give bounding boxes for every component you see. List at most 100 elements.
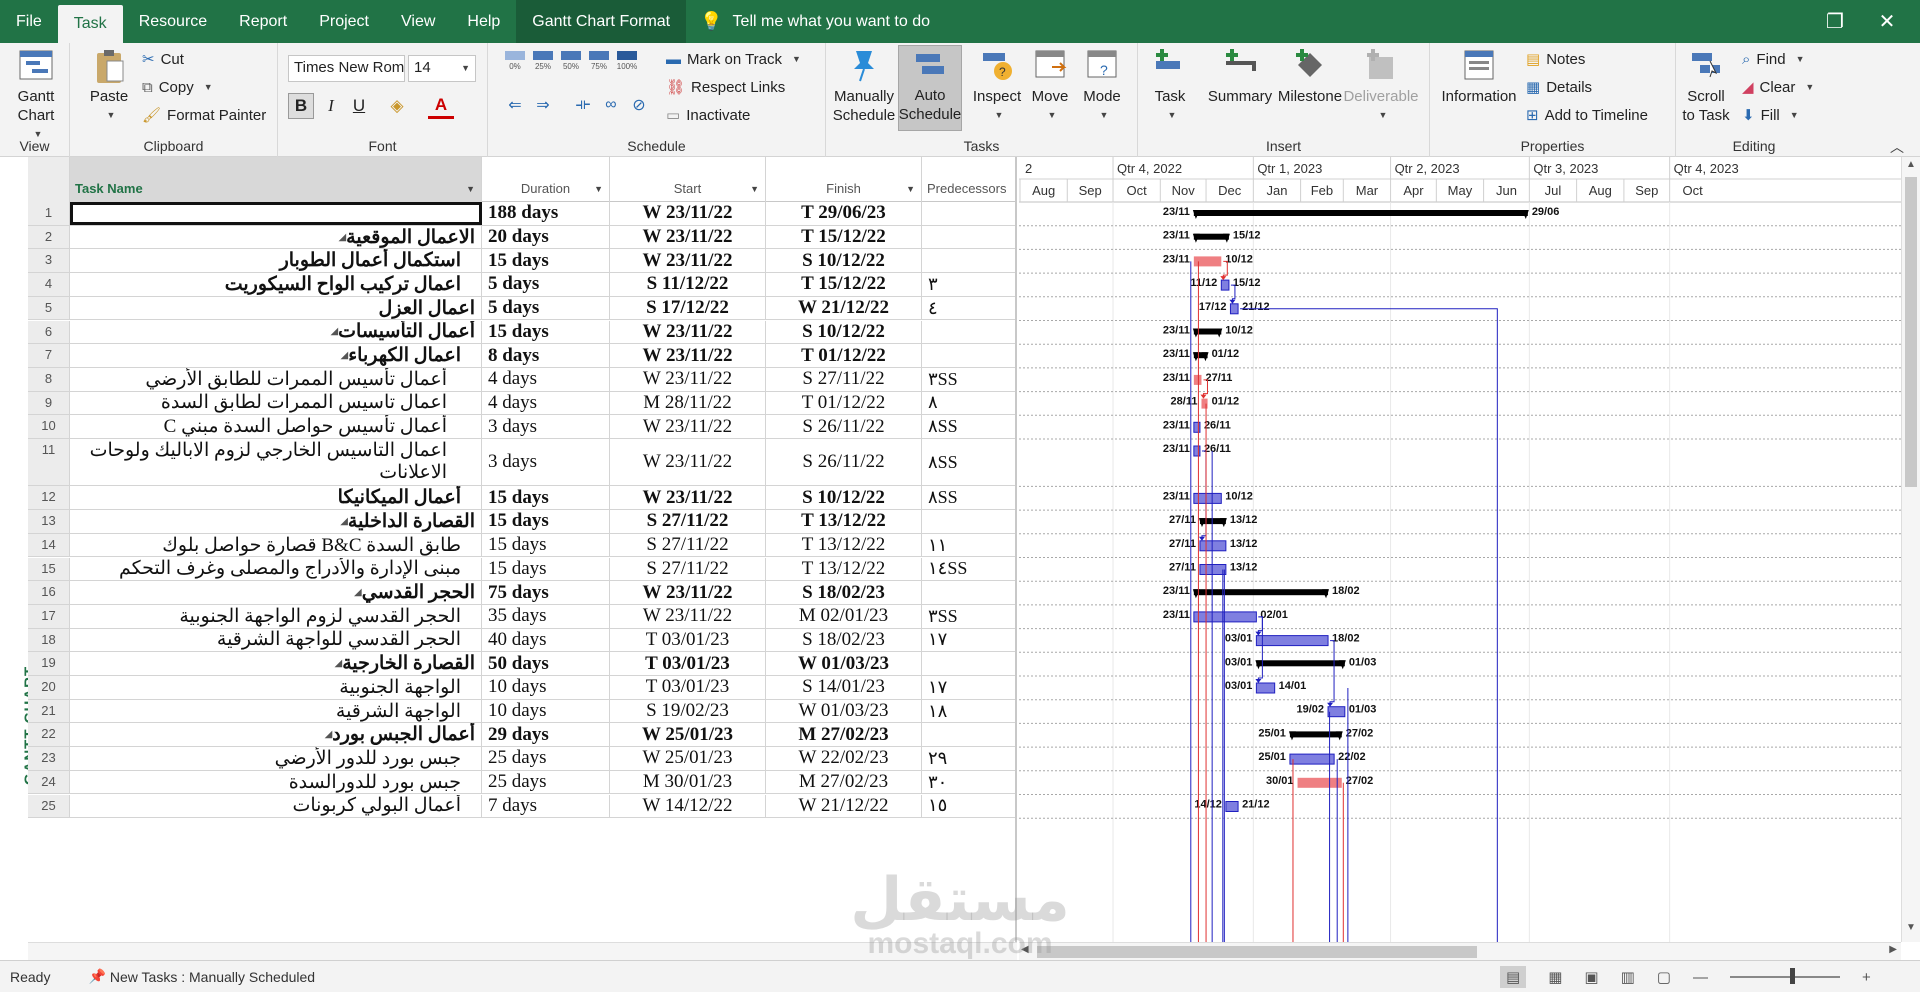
cell-dur[interactable]: 50 days <box>482 652 610 675</box>
cell-name[interactable]: اعمال العزل <box>70 296 482 320</box>
gantt-chart-button[interactable]: Gantt Chart ▼ <box>8 47 64 144</box>
tab-project[interactable]: Project <box>303 0 385 43</box>
table-row[interactable]: 21 الواجهة الشرقية 10 days S 19/02/23 W 01/0… <box>28 699 1015 724</box>
cell-dur[interactable]: 15 days <box>482 320 610 344</box>
cell-name[interactable]: الحجر القدسي للواجهة الشرقية <box>70 628 482 652</box>
cell-start[interactable]: S 17/12/22 <box>610 296 766 320</box>
cell-fin[interactable]: W 01/03/23 <box>766 652 922 675</box>
cell-start[interactable]: W 23/11/22 <box>610 367 766 391</box>
table-row[interactable]: 25 أعمال البولي كربونات 7 days W 14/12/22 W … <box>28 794 1015 819</box>
cell-name[interactable]: اعمال الكهرباء ◢ <box>70 344 482 367</box>
cell-start[interactable]: W 23/11/22 <box>610 415 766 438</box>
outdent-icon[interactable]: ⇐ <box>502 93 528 117</box>
cell-id[interactable]: 8 <box>28 367 70 391</box>
cell-fin[interactable]: S 26/11/22 <box>766 415 922 438</box>
cell-start[interactable]: W 23/11/22 <box>610 320 766 344</box>
cell-dur[interactable]: 10 days <box>482 699 610 723</box>
cell-fin[interactable]: T 15/12/22 <box>766 273 922 296</box>
cell-dur[interactable]: 15 days <box>482 557 610 581</box>
pct-0-button[interactable]: 0% <box>502 51 528 79</box>
collapse-triangle-icon[interactable]: ◢ <box>338 232 346 243</box>
cell-pred[interactable]: ١١ <box>922 534 1015 557</box>
clear-button[interactable]: ◢ Clear ▼ <box>1742 75 1814 99</box>
cell-id[interactable]: 7 <box>28 344 70 367</box>
cell-name[interactable]: أعمال التأسيسات ◢ <box>70 320 482 344</box>
scroll-up-icon[interactable]: ▲ <box>1904 159 1918 173</box>
cell-id[interactable]: 10 <box>28 415 70 438</box>
table-row[interactable]: 4 اعمال تركيب الواح السيكوريت 5 days S 11/1… <box>28 273 1015 297</box>
cell-start[interactable]: T 03/01/23 <box>610 652 766 675</box>
cell-pred[interactable]: ٣SS <box>922 605 1015 628</box>
cell-pred[interactable]: ٣SS <box>922 368 1015 391</box>
table-row[interactable]: 12 أعمال الميكانيكا 15 days W 23/11/22 S 10/… <box>28 486 1015 511</box>
cell-fin[interactable]: M 02/01/23 <box>766 604 922 628</box>
pct-25-button[interactable]: 25% <box>530 51 556 79</box>
cell-id[interactable]: 2 <box>28 225 70 249</box>
cell-name[interactable]: طابق السدة B&C قصارة حواصل بلوك <box>70 533 482 557</box>
cell-id[interactable]: 12 <box>28 486 70 510</box>
pct-75-button[interactable]: 75% <box>586 51 612 79</box>
tell-me-box[interactable]: 💡 Tell me what you want to do <box>686 11 930 32</box>
view-task-usage-icon[interactable]: ▦ <box>1548 968 1562 986</box>
select-all-cell[interactable] <box>28 157 70 202</box>
cell-dur[interactable]: 5 days <box>482 273 610 296</box>
fill-button[interactable]: ⬇ Fill ▼ <box>1742 103 1799 127</box>
scroll-to-task-button[interactable]: Scroll to Task <box>1680 47 1732 125</box>
collapse-triangle-icon[interactable]: ◢ <box>354 587 362 598</box>
mode-button[interactable]: ? Mode ▼ <box>1076 47 1128 125</box>
cell-fin[interactable]: S 18/02/23 <box>766 581 922 604</box>
cell-fin[interactable]: T 01/12/22 <box>766 391 922 415</box>
cell-name[interactable]: أعمال تأسيس الممرات للطابق الأرضي <box>70 367 482 391</box>
tab-report[interactable]: Report <box>223 0 303 43</box>
cell-dur[interactable]: 15 days <box>482 486 610 510</box>
highlight-color-icon[interactable]: ◈ <box>384 93 410 119</box>
cell-dur[interactable]: 4 days <box>482 391 610 415</box>
cell-id[interactable]: 3 <box>28 249 70 273</box>
cell-dur[interactable]: 15 days <box>482 249 610 273</box>
insert-task-button[interactable]: Task ▼ <box>1148 47 1192 125</box>
notes-button[interactable]: ▤ Notes <box>1526 47 1585 71</box>
cell-dur[interactable]: 8 days <box>482 344 610 367</box>
cell-start[interactable]: S 19/02/23 <box>610 699 766 723</box>
cell-start[interactable]: S 11/12/22 <box>610 273 766 296</box>
find-button[interactable]: ⌕ Find ▼ <box>1742 47 1805 71</box>
font-family-select[interactable]: Times New Roman <box>288 55 405 82</box>
cell-start[interactable]: W 14/12/22 <box>610 794 766 818</box>
cell-fin[interactable]: T 13/12/22 <box>766 533 922 557</box>
cell-id[interactable]: 18 <box>28 628 70 652</box>
cell-dur[interactable]: 4 days <box>482 367 610 391</box>
cell-name[interactable]: مبنى الإدارة والأدراج والمصلى وغرف التحك… <box>70 557 482 581</box>
cell-pred[interactable]: ٤ <box>922 297 1015 320</box>
cell-id[interactable]: 23 <box>28 747 70 770</box>
paste-button[interactable]: Paste ▼ <box>84 47 134 125</box>
table-row[interactable]: 3 استكمال أعمال الطوبار 15 days W 23/11/22 S… <box>28 249 1015 274</box>
view-gantt-icon[interactable]: ▤ <box>1500 966 1527 988</box>
view-team-planner-icon[interactable]: ▣ <box>1584 968 1598 986</box>
cell-pred[interactable] <box>922 344 1015 367</box>
cell-dur[interactable]: 40 days <box>482 628 610 652</box>
gantt-horizontal-scrollbar[interactable]: ◀ ▶ <box>1019 942 1901 960</box>
cell-fin[interactable]: W 21/12/22 <box>766 296 922 320</box>
cell-id[interactable]: 20 <box>28 676 70 699</box>
pct-100-button[interactable]: 100% <box>614 51 640 79</box>
tab-resource[interactable]: Resource <box>123 0 223 43</box>
restore-window-icon[interactable]: ❐ <box>1810 0 1860 43</box>
cell-pred[interactable] <box>922 321 1015 344</box>
cell-name[interactable]: الحجر القدسي لزوم الواجهة الجنوبية <box>70 604 482 628</box>
chevron-down-icon[interactable]: ▼ <box>466 184 475 194</box>
cell-pred[interactable] <box>922 510 1015 533</box>
table-row[interactable]: 2 الاعمال الموقعية ◢ 20 days W 23/11/22 T 15/… <box>28 225 1015 250</box>
column-header-predecessors[interactable]: Predecessors▼ <box>922 157 1015 202</box>
cell-id[interactable]: 9 <box>28 391 70 415</box>
zoom-in-icon[interactable]: + <box>1862 969 1871 986</box>
cell-pred[interactable]: ٨SS <box>922 415 1015 438</box>
cell-name[interactable]: اعمال تاسيس الممرات لطابق السدة <box>70 391 482 415</box>
cell-id[interactable]: 22 <box>28 723 70 747</box>
link-tasks-icon[interactable]: ∞ <box>598 93 624 117</box>
collapse-triangle-icon[interactable]: ◢ <box>330 326 338 337</box>
scroll-left-icon[interactable]: ◀ <box>1021 944 1029 955</box>
cell-id[interactable]: 21 <box>28 699 70 723</box>
scrollbar-thumb[interactable] <box>1037 946 1477 958</box>
column-header-finish[interactable]: Finish ▼ <box>766 157 922 202</box>
cell-start[interactable]: W 25/01/23 <box>610 723 766 747</box>
